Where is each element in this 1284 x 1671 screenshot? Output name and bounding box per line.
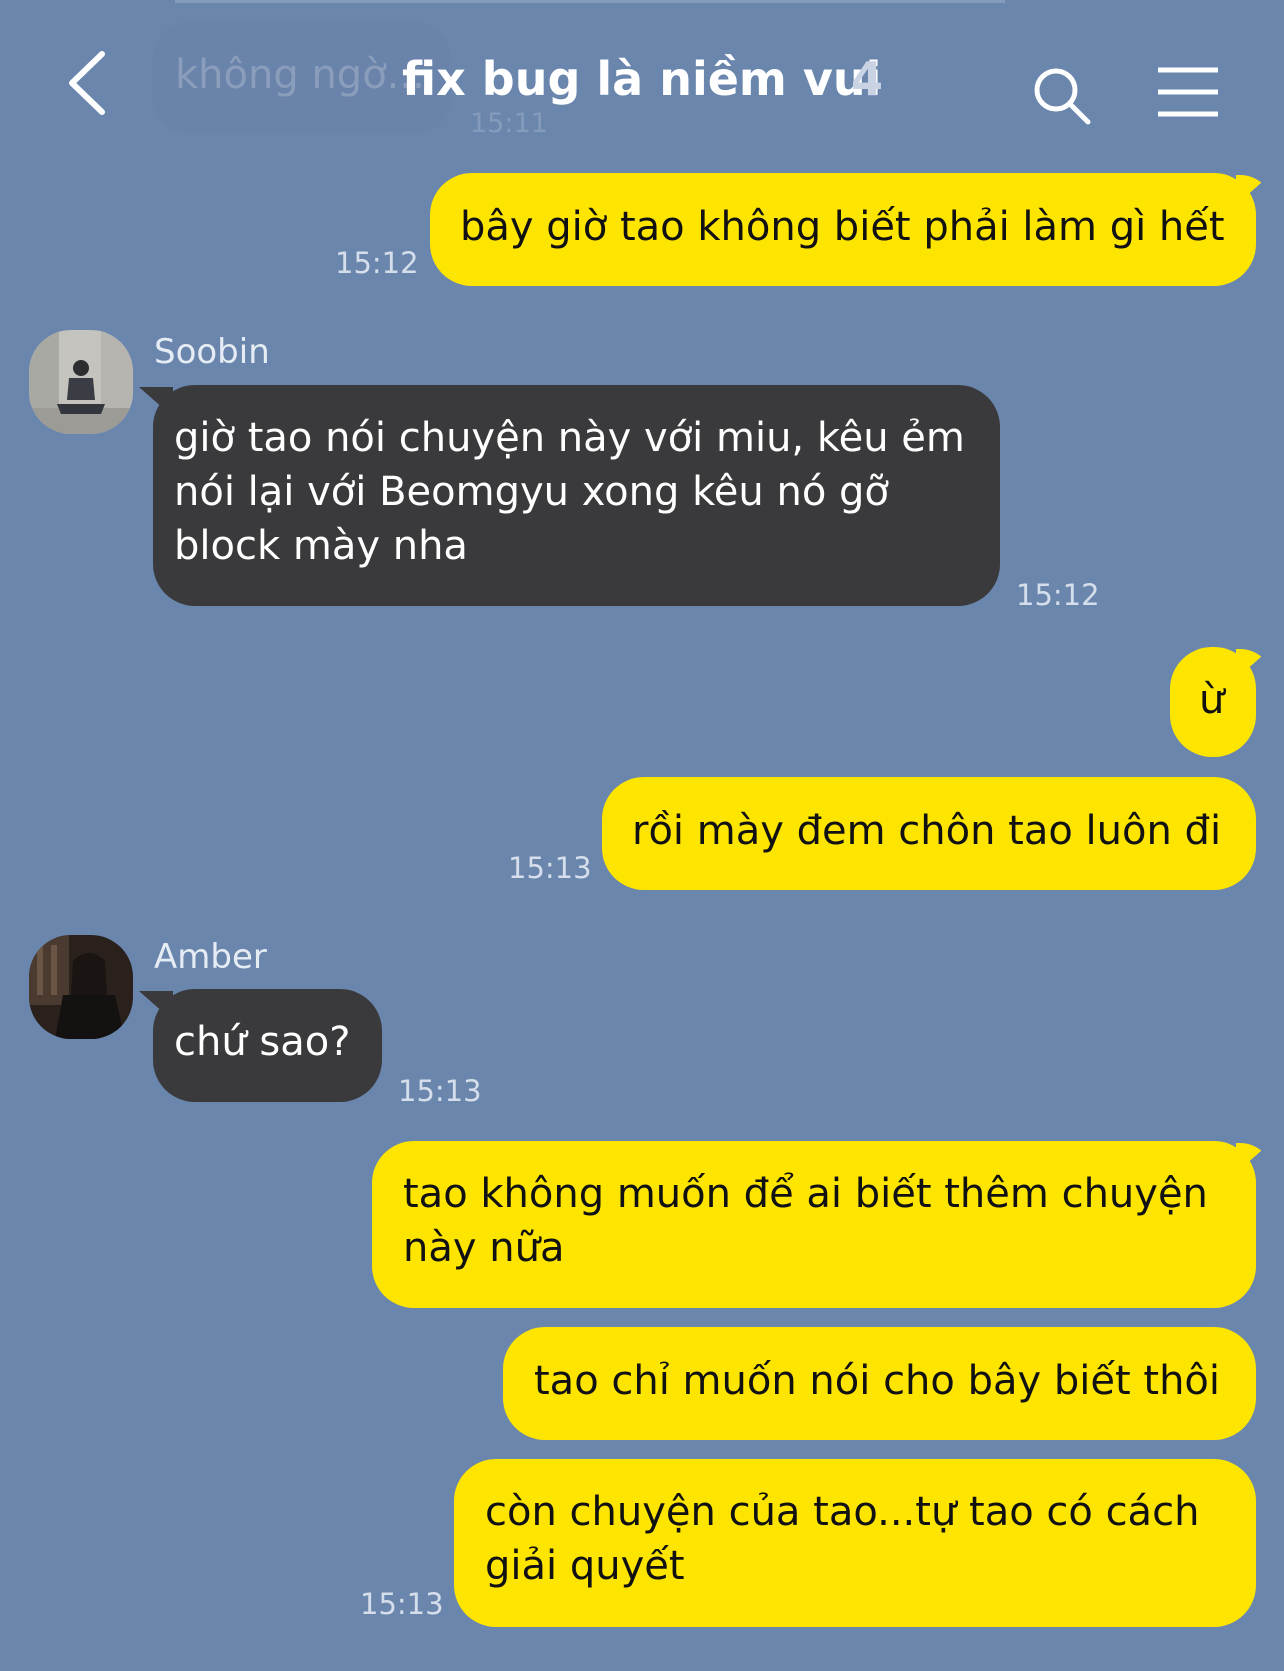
my-message-bubble[interactable]: tao chỉ muốn nói cho bây biết thôi xyxy=(503,1327,1256,1440)
message-text: ừ xyxy=(1199,677,1225,723)
chat-header: không ngờ... 15:11 fix bug là niềm vui 4 xyxy=(0,0,1284,160)
avatar-image xyxy=(29,935,133,1039)
search-icon xyxy=(1034,68,1091,125)
sender-name: Soobin xyxy=(154,332,270,372)
my-message-bubble[interactable]: ừ xyxy=(1170,647,1256,757)
message-text-line: block mày nha xyxy=(174,523,468,569)
message-time: 15:13 xyxy=(360,1587,444,1621)
message-text: tao chỉ muốn nói cho bây biết thôi xyxy=(534,1358,1221,1404)
message-text-line: còn chuyện của tao...tự tao có cách xyxy=(485,1489,1200,1535)
my-message-bubble[interactable]: tao không muốn để ai biết thêm chuyện nà… xyxy=(372,1141,1256,1308)
message-text: bây giờ tao không biết phải làm gì hết xyxy=(460,204,1225,250)
avatar-amber[interactable] xyxy=(29,935,133,1039)
message-text-line: giờ tao nói chuyện này với miu, kêu ẻm xyxy=(174,415,965,461)
message-text-line: tao không muốn để ai biết thêm chuyện xyxy=(403,1171,1208,1217)
my-message-bubble[interactable]: còn chuyện của tao...tự tao có cách giải… xyxy=(454,1459,1256,1627)
scrolled-message-text: không ngờ... xyxy=(175,52,425,98)
chat-screen: không ngờ... 15:11 fix bug là niềm vui 4… xyxy=(0,0,1284,1671)
chevron-left-icon xyxy=(69,51,105,115)
hamburger-menu-icon xyxy=(1158,67,1218,117)
member-count: 4 xyxy=(851,52,884,106)
their-message-bubble[interactable]: chứ sao? xyxy=(153,989,382,1102)
message-text: rồi mày đem chôn tao luôn đi xyxy=(632,808,1222,854)
scrolled-message-time: 15:11 xyxy=(470,108,548,139)
search-button[interactable] xyxy=(1030,64,1094,128)
my-message-bubble[interactable]: bây giờ tao không biết phải làm gì hết xyxy=(430,173,1256,286)
sender-name: Amber xyxy=(154,937,267,977)
chat-title: fix bug là niềm vui xyxy=(402,52,882,106)
message-text-line: giải quyết xyxy=(485,1543,685,1589)
my-message-bubble[interactable]: rồi mày đem chôn tao luôn đi xyxy=(602,777,1256,890)
back-button[interactable] xyxy=(62,48,114,118)
message-time: 15:12 xyxy=(1016,578,1100,612)
scrolled-message-edge xyxy=(175,0,1005,3)
menu-button[interactable] xyxy=(1156,66,1220,118)
message-time: 15:12 xyxy=(335,246,419,280)
message-time: 15:13 xyxy=(508,851,592,885)
message-time: 15:13 xyxy=(398,1074,482,1108)
message-text-line: này nữa xyxy=(403,1225,565,1271)
avatar-soobin[interactable] xyxy=(29,330,133,434)
message-text-line: nói lại với Beomgyu xong kêu nó gỡ xyxy=(174,469,889,515)
avatar-image xyxy=(29,330,133,434)
their-message-bubble[interactable]: giờ tao nói chuyện này với miu, kêu ẻm n… xyxy=(153,385,1000,606)
message-text: chứ sao? xyxy=(174,1019,351,1065)
